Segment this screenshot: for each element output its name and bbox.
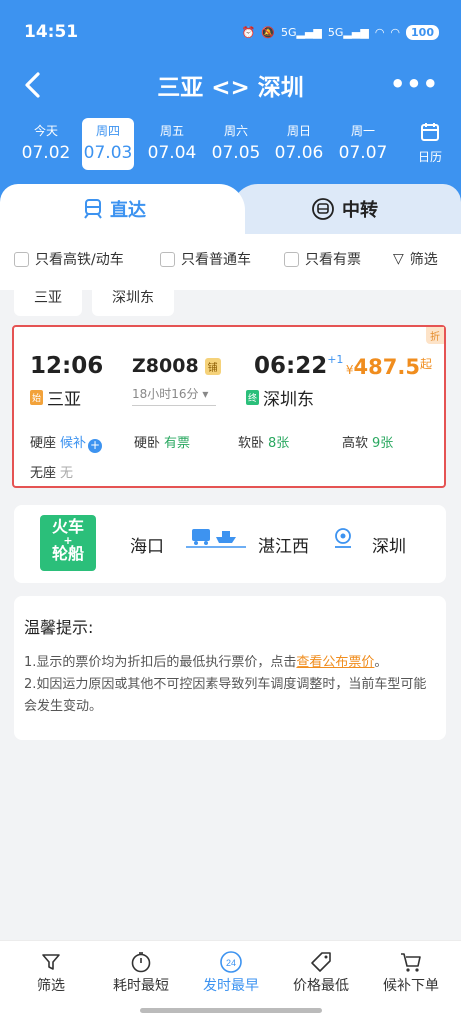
price-tag-icon [311, 952, 331, 972]
train-ferry-card[interactable]: 火车 + 轮船 海口 湛江西 深圳 [14, 505, 446, 583]
more-icon[interactable]: ••• [390, 70, 439, 98]
back-arrow-icon[interactable] [20, 70, 46, 100]
station-chips: 三亚 深圳东 [14, 280, 174, 318]
departure-time: 12:06 [30, 353, 104, 379]
tips-card: 温馨提示: 1.显示的票价均为折扣后的最低执行票价，点击查看公布票价。 2.如因… [14, 596, 446, 740]
signal-icon-2: 5G▂▄▆ [327, 25, 369, 39]
bus-icon [312, 198, 334, 220]
checkbox-high-speed[interactable]: 只看高铁/动车 [14, 249, 124, 269]
date-item[interactable]: 周五 07.04 [146, 118, 198, 170]
sleeper-badge: 铺 [204, 357, 221, 375]
origin-tag: 始 [30, 390, 44, 405]
station-chip[interactable]: 深圳东 [92, 280, 174, 316]
transfer-origin: 海口 [130, 537, 164, 557]
bus-ferry-icon [186, 529, 246, 548]
wifi-icon-2: ◠ [390, 25, 401, 39]
funnel-icon [42, 954, 60, 970]
signal-icon: 5G▂▄▆ [280, 25, 322, 39]
train-ferry-logo: 火车 + 轮船 [40, 515, 96, 571]
calendar-button[interactable]: 日历 [410, 122, 450, 168]
calendar-label: 日历 [417, 150, 442, 164]
alarm-icon: ⏰ [241, 25, 256, 39]
home-indicator[interactable] [140, 1008, 322, 1013]
date-item[interactable]: 周一 07.07 [337, 118, 389, 170]
checkbox-icon [284, 251, 299, 267]
status-bar: 14:51 ⏰ 🔕 5G▂▄▆ 5G▂▄▆ ◠ ◠ 100 [24, 18, 439, 46]
date-item[interactable]: 今天 07.02 [20, 118, 72, 170]
wifi-icon: ◠ [374, 25, 385, 39]
clock-24-icon: 24 [220, 951, 242, 973]
terminal-tag: 终 [246, 390, 260, 405]
bottom-shortest-duration[interactable]: 耗时最短 [96, 949, 186, 995]
bottom-waitlist-order[interactable]: 候补下单 [366, 949, 456, 995]
tab-direct[interactable]: 直达 [0, 184, 245, 234]
departure-station: 始三亚 [30, 390, 82, 410]
checkbox-icon [14, 251, 29, 267]
tab-transfer-label: 中转 [342, 200, 378, 221]
cart-icon [401, 953, 421, 972]
battery-icon: 100 [406, 24, 439, 40]
checkbox-available[interactable]: 只看有票 [284, 249, 361, 269]
tip-line-2: 2.如因运力原因或其他不可控因素导致列车调度调整时，当前车型可能会发生变动。 [24, 677, 427, 714]
date-item-selected[interactable]: 周四 07.03 [82, 118, 134, 170]
seat-hard-seat[interactable]: 硬座 候补 + [30, 432, 103, 453]
add-waitlist-icon[interactable]: + [88, 439, 103, 453]
date-item[interactable]: 周六 07.05 [210, 118, 262, 170]
train-result-card[interactable]: 折 12:06 Z8008 铺 18小时16分 ▾ 06:22+1 ¥487.5起… [12, 325, 446, 488]
tips-title: 温馨提示: [24, 618, 94, 637]
arrival-time: 06:22+1 [254, 353, 344, 379]
station-chip[interactable]: 三亚 [14, 280, 82, 316]
mute-icon: 🔕 [261, 25, 275, 39]
date-selector: 今天 07.02 周四 07.03 周五 07.04 周六 07.05 周日 07.06 … [0, 118, 400, 170]
calendar-icon [421, 123, 439, 141]
svg-text:24: 24 [226, 958, 236, 968]
seat-standing: 无座无 [30, 466, 74, 481]
funnel-icon: ▽ [393, 251, 404, 267]
discount-badge: 折 [426, 327, 444, 344]
view-published-fare-link[interactable]: 查看公布票价 [296, 655, 374, 670]
bottom-earliest-departure[interactable]: 24 发时最早 [186, 949, 276, 995]
train-number: Z8008 铺 [132, 355, 221, 377]
seat-hard-sleeper: 硬卧 有票 [134, 436, 191, 451]
dropdown-icon: ▾ [202, 387, 209, 401]
duration[interactable]: 18小时16分 ▾ [132, 385, 216, 406]
next-day-indicator: +1 [327, 353, 344, 366]
tip-line-1: 1.显示的票价均为折扣后的最低执行票价，点击查看公布票价。 [24, 655, 388, 670]
seat-soft-sleeper: 软卧 8张 [238, 436, 290, 451]
bottom-lowest-price[interactable]: 价格最低 [276, 949, 366, 995]
date-item[interactable]: 周日 07.06 [273, 118, 325, 170]
seat-deluxe-soft: 高软 9张 [342, 436, 394, 451]
nav-bar: 三亚 <> 深圳 ••• [0, 62, 461, 108]
price: ¥487.5起 [345, 355, 432, 379]
status-icons: ⏰ 🔕 5G▂▄▆ 5G▂▄▆ ◠ ◠ 100 [241, 24, 439, 40]
transfer-via: 湛江西 [258, 537, 309, 557]
filter-button[interactable]: ▽ 筛选 [393, 249, 438, 269]
bottom-filter[interactable]: 筛选 [6, 949, 96, 995]
tab-transfer[interactable]: 中转 [232, 184, 461, 234]
train-station-icon [335, 528, 351, 548]
arrival-station: 终深圳东 [246, 390, 315, 410]
tab-direct-label: 直达 [110, 200, 146, 221]
checkbox-icon [160, 251, 175, 267]
train-icon [84, 199, 102, 219]
status-time: 14:51 [24, 22, 79, 42]
tab-bar: 中转 直达 [0, 184, 461, 234]
transfer-destination: 深圳 [372, 537, 406, 557]
timer-icon [131, 952, 151, 973]
checkbox-normal-train[interactable]: 只看普通车 [160, 249, 251, 269]
